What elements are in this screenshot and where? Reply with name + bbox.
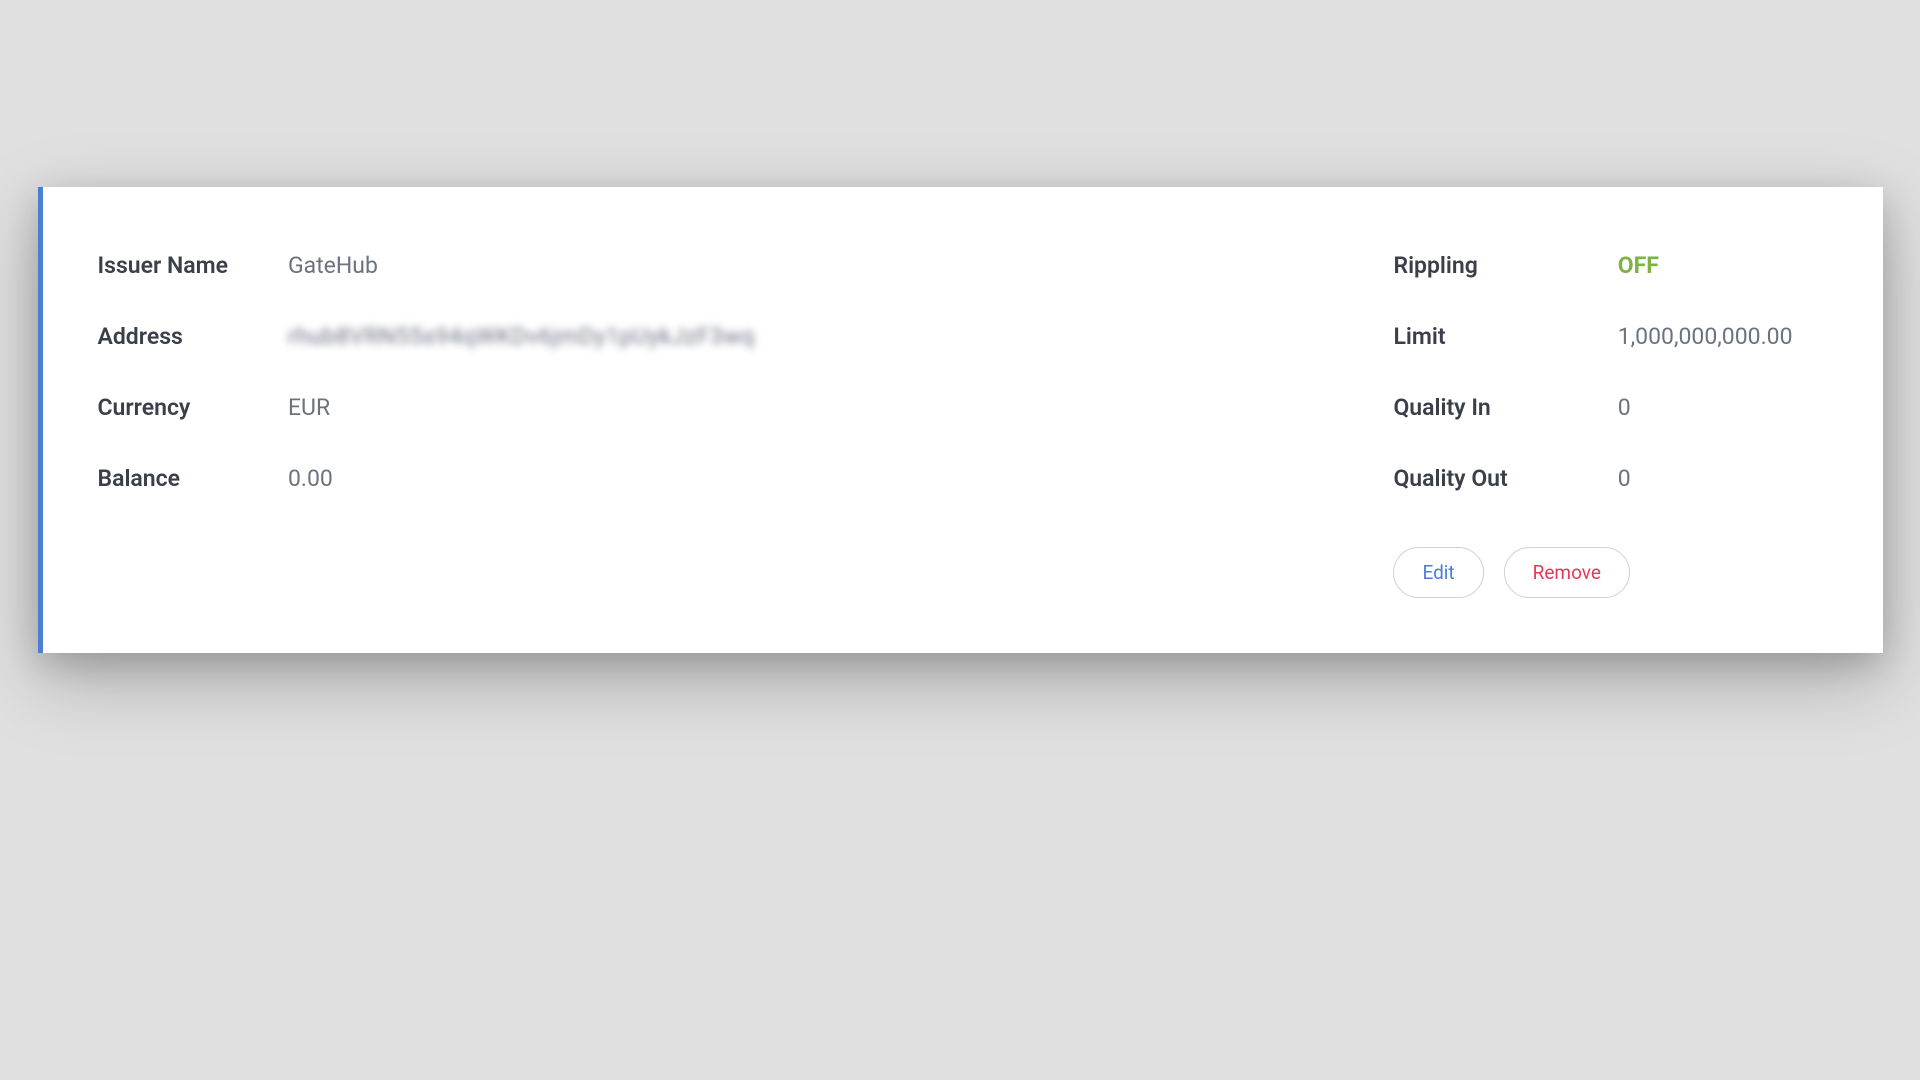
remove-button[interactable]: Remove: [1504, 547, 1630, 598]
limit-label: Limit: [1393, 323, 1507, 350]
right-section: Rippling Limit Quality In Quality Out OF…: [1393, 252, 1817, 598]
currency-label: Currency: [98, 394, 228, 421]
balance-value: 0.00: [288, 465, 755, 492]
issuer-name-label: Issuer Name: [98, 252, 228, 279]
quality-in-label: Quality In: [1393, 394, 1507, 421]
limit-value: 1,000,000,000.00: [1618, 323, 1793, 350]
trustline-detail-card: Issuer Name Address Currency Balance Gat…: [38, 187, 1883, 653]
left-labels: Issuer Name Address Currency Balance: [98, 252, 228, 598]
address-value: rhub8VRN55s94qWKDv6jmDy1pUykJzF3wq: [288, 323, 755, 350]
address-label: Address: [98, 323, 228, 350]
right-values: OFF 1,000,000,000.00 0 0: [1618, 252, 1793, 492]
quality-in-value: 0: [1618, 394, 1793, 421]
detail-content: Issuer Name Address Currency Balance Gat…: [98, 252, 1818, 598]
issuer-name-value: GateHub: [288, 252, 755, 279]
left-values: GateHub rhub8VRN55s94qWKDv6jmDy1pUykJzF3…: [288, 252, 755, 598]
edit-button[interactable]: Edit: [1393, 547, 1483, 598]
rippling-value: OFF: [1618, 252, 1793, 279]
right-labels: Rippling Limit Quality In Quality Out: [1393, 252, 1507, 492]
quality-out-label: Quality Out: [1393, 465, 1507, 492]
rippling-label: Rippling: [1393, 252, 1507, 279]
quality-out-value: 0: [1618, 465, 1793, 492]
action-buttons: Edit Remove: [1393, 547, 1817, 598]
left-column: Issuer Name Address Currency Balance Gat…: [98, 252, 755, 598]
right-column: Rippling Limit Quality In Quality Out OF…: [1393, 252, 1792, 492]
balance-label: Balance: [98, 465, 228, 492]
currency-value: EUR: [288, 394, 755, 421]
